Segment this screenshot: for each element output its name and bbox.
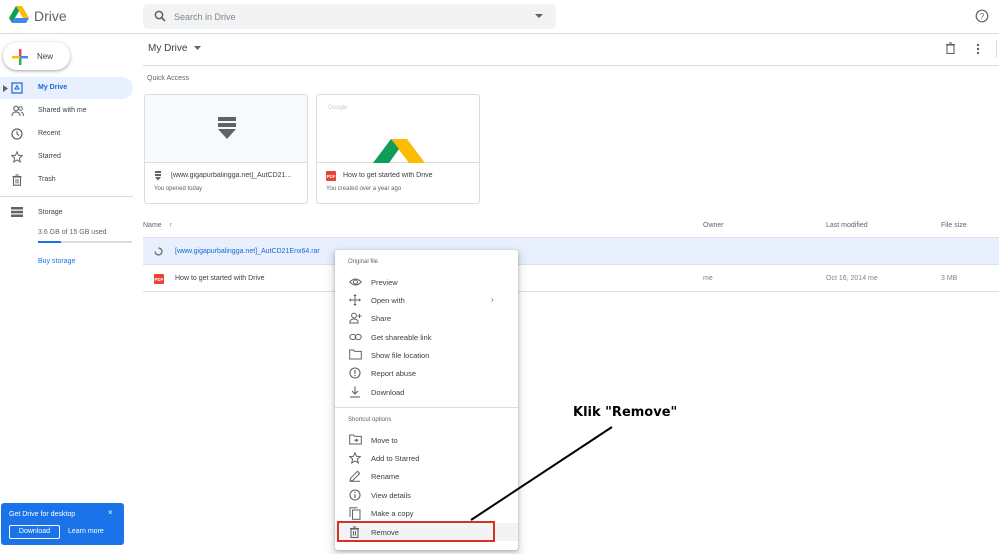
- annotation-label: Klik "Remove": [573, 405, 678, 420]
